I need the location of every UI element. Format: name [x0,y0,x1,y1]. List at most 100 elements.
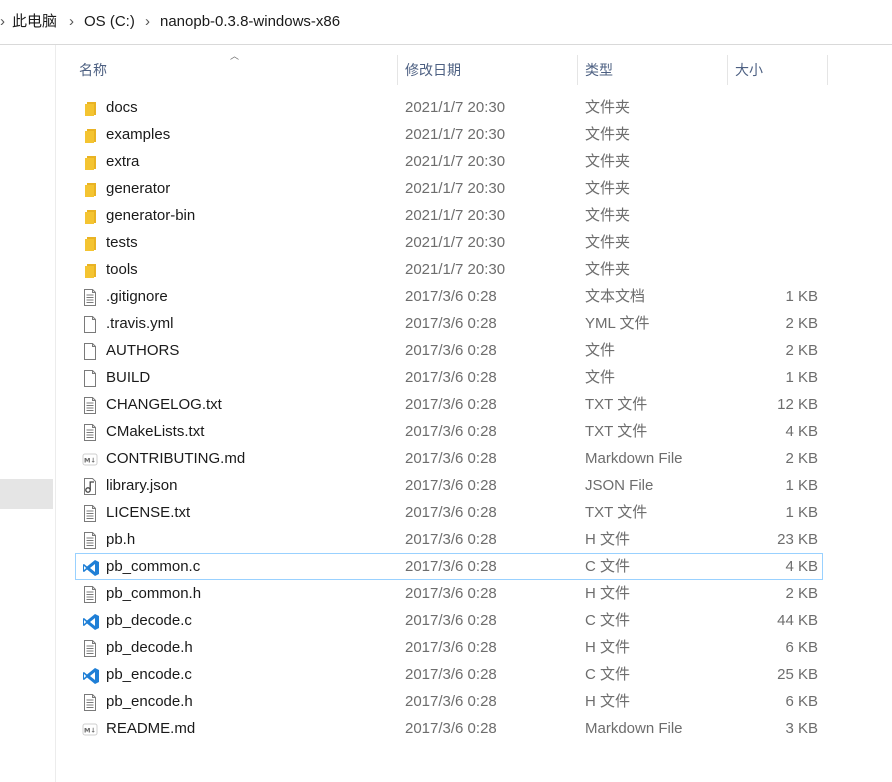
file-row[interactable]: pb_decode.h 2017/3/6 0:28 H 文件 6 KB [75,634,823,661]
folder-icon [82,235,98,252]
column-header-size[interactable]: 大小 [735,57,763,83]
address-bar[interactable]: › 此电脑 › OS (C:) › nanopb-0.3.8-windows-x… [0,0,892,45]
vscode-icon [82,667,99,684]
file-size: 1 KB [785,369,818,386]
file-type: H 文件 [585,639,631,656]
file-name: pb_decode.h [106,639,193,656]
file-type: 文件夹 [585,99,631,116]
file-row[interactable]: pb_encode.h 2017/3/6 0:28 H 文件 6 KB [75,688,823,715]
file-row[interactable]: .travis.yml 2017/3/6 0:28 YML 文件 2 KB [75,310,823,337]
chevron-right-icon[interactable]: › [145,0,150,44]
text-file-icon [82,532,98,549]
file-name: extra [106,153,140,170]
file-date: 2021/1/7 20:30 [405,180,506,197]
vscode-icon [82,613,99,630]
file-size: 2 KB [785,585,818,602]
file-size: 1 KB [785,288,818,305]
file-name: pb_common.c [106,558,201,575]
column-header-date[interactable]: 修改日期 [405,57,461,83]
file-name: AUTHORS [106,342,180,359]
breadcrumb-item-drive[interactable]: OS (C:) [84,0,135,44]
file-date: 2017/3/6 0:28 [405,450,497,467]
blank-file-icon [82,343,98,360]
file-row[interactable]: LICENSE.txt 2017/3/6 0:28 TXT 文件 1 KB [75,499,823,526]
nav-item-selected[interactable] [0,479,53,509]
folder-icon [82,154,98,171]
file-date: 2017/3/6 0:28 [405,396,497,413]
file-date: 2021/1/7 20:30 [405,261,506,278]
file-name: pb_common.h [106,585,202,602]
file-date: 2017/3/6 0:28 [405,288,497,305]
file-row[interactable]: CMakeLists.txt 2017/3/6 0:28 TXT 文件 4 KB [75,418,823,445]
file-size: 25 KB [777,666,818,683]
file-size: 2 KB [785,315,818,332]
file-name: LICENSE.txt [106,504,191,521]
file-type: 文本文档 [585,288,646,305]
file-row[interactable]: M↓ CONTRIBUTING.md 2017/3/6 0:28 Markdown F… [75,445,823,472]
file-name: .travis.yml [106,315,174,332]
breadcrumb-item-this-pc[interactable]: 此电脑 [12,0,57,44]
file-type: C 文件 [585,612,631,629]
file-type: 文件夹 [585,234,631,251]
file-row[interactable]: pb_decode.c 2017/3/6 0:28 C 文件 44 KB [75,607,823,634]
file-type: TXT 文件 [585,423,648,440]
file-size: 12 KB [777,396,818,413]
file-row[interactable]: BUILD 2017/3/6 0:28 文件 1 KB [75,364,823,391]
file-row[interactable]: pb_encode.c 2017/3/6 0:28 C 文件 25 KB [75,661,823,688]
file-size: 3 KB [785,720,818,737]
file-size: 6 KB [785,693,818,710]
svg-text:M↓: M↓ [84,457,96,465]
column-header-name[interactable]: 名称 [79,57,107,83]
file-size: 1 KB [785,477,818,494]
column-divider[interactable] [397,55,398,85]
column-header-type[interactable]: 类型 [585,57,613,83]
file-name: docs [106,99,138,116]
file-row[interactable]: M↓ README.md 2017/3/6 0:28 Markdown File 3 K… [75,715,823,742]
file-type: JSON File [585,477,654,494]
file-row[interactable]: docs 2021/1/7 20:30 文件夹 [75,94,823,121]
file-row[interactable]: AUTHORS 2017/3/6 0:28 文件 2 KB [75,337,823,364]
file-row[interactable]: tools 2021/1/7 20:30 文件夹 [75,256,823,283]
file-name: CONTRIBUTING.md [106,450,246,467]
file-type: H 文件 [585,585,631,602]
file-type: Markdown File [585,450,683,467]
file-type: 文件夹 [585,153,631,170]
file-type: H 文件 [585,531,631,548]
file-name: pb_decode.c [106,612,192,629]
file-name: CMakeLists.txt [106,423,205,440]
file-row[interactable]: CHANGELOG.txt 2017/3/6 0:28 TXT 文件 12 KB [75,391,823,418]
column-divider[interactable] [577,55,578,85]
file-name: generator-bin [106,207,196,224]
file-row[interactable]: tests 2021/1/7 20:30 文件夹 [75,229,823,256]
file-row[interactable]: pb_common.c 2017/3/6 0:28 C 文件 4 KB [75,553,823,580]
file-row[interactable]: extra 2021/1/7 20:30 文件夹 [75,148,823,175]
breadcrumb-item-folder[interactable]: nanopb-0.3.8-windows-x86 [160,0,340,44]
file-name: pb.h [106,531,136,548]
chevron-right-icon[interactable]: › [69,0,74,44]
file-row[interactable]: generator 2021/1/7 20:30 文件夹 [75,175,823,202]
file-row[interactable]: generator-bin 2021/1/7 20:30 文件夹 [75,202,823,229]
file-row[interactable]: pb_common.h 2017/3/6 0:28 H 文件 2 KB [75,580,823,607]
file-row[interactable]: examples 2021/1/7 20:30 文件夹 [75,121,823,148]
file-date: 2017/3/6 0:28 [405,504,497,521]
text-file-icon [82,397,98,414]
file-type: H 文件 [585,693,631,710]
file-name: CHANGELOG.txt [106,396,222,413]
file-type: 文件夹 [585,207,631,224]
file-name: README.md [106,720,196,737]
file-row[interactable]: pb.h 2017/3/6 0:28 H 文件 23 KB [75,526,823,553]
column-header-row: ︿ 名称 修改日期 类型 大小 [56,45,892,95]
file-size: 44 KB [777,612,818,629]
file-row[interactable]: .gitignore 2017/3/6 0:28 文本文档 1 KB [75,283,823,310]
navigation-pane[interactable] [0,45,56,782]
blank-file-icon [82,370,98,387]
column-divider[interactable] [827,55,828,85]
file-type: Markdown File [585,720,683,737]
file-type: 文件夹 [585,180,631,197]
file-name: .gitignore [106,288,168,305]
file-type: TXT 文件 [585,396,648,413]
column-divider[interactable] [727,55,728,85]
file-row[interactable]: library.json 2017/3/6 0:28 JSON File 1 KB [75,472,823,499]
file-date: 2021/1/7 20:30 [405,234,506,251]
file-date: 2017/3/6 0:28 [405,315,497,332]
